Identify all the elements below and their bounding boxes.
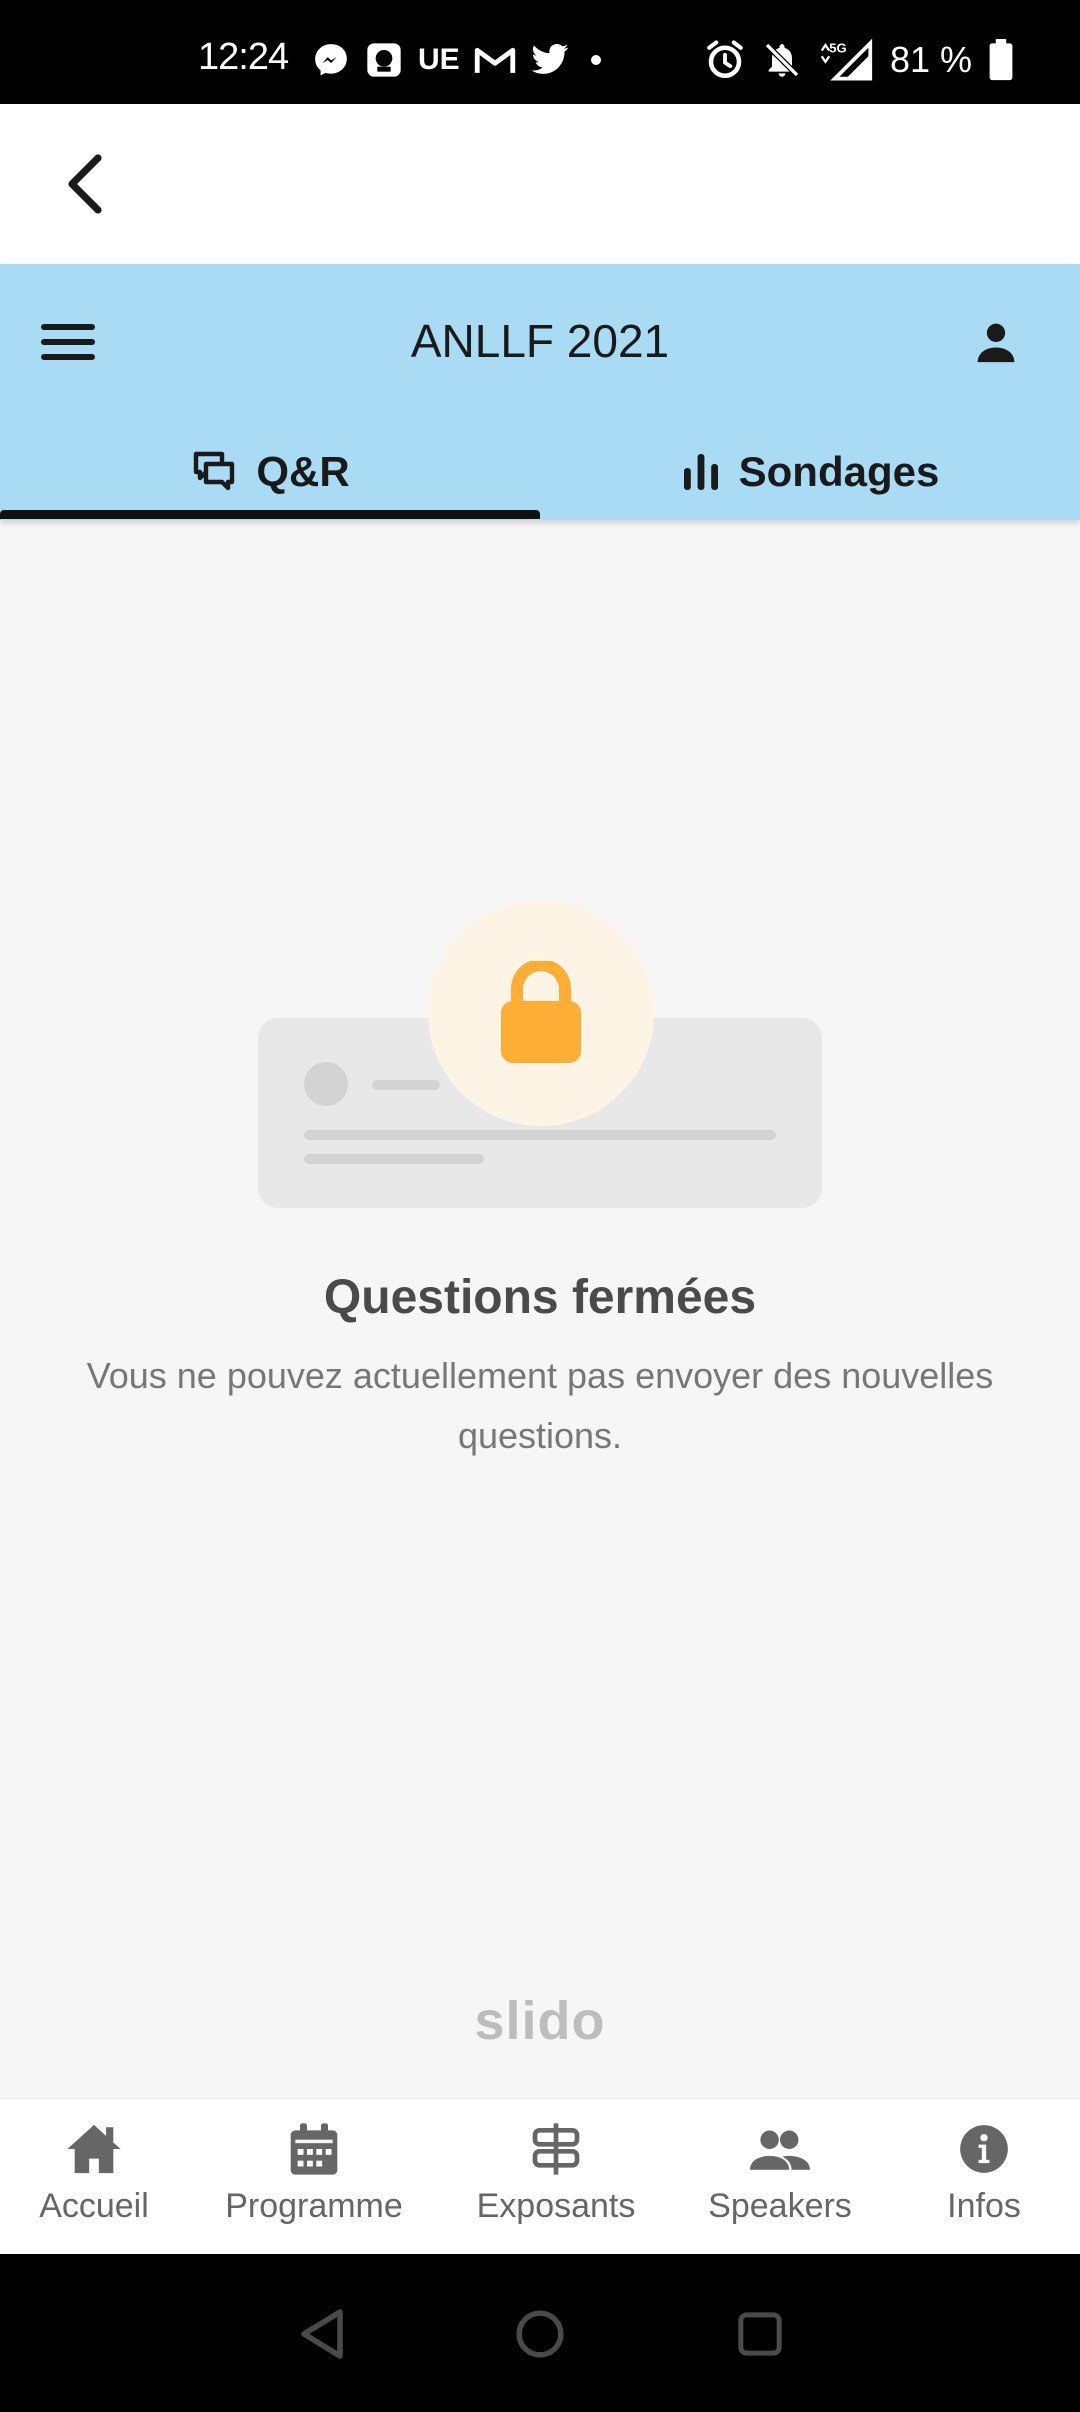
bottom-navigation: Accueil Programme Exposants Speakers Inf… — [0, 2098, 1080, 2254]
nav-item-speakers[interactable]: Speakers — [680, 2119, 880, 2226]
notifications-off-icon — [762, 38, 802, 82]
bar-chart-icon — [683, 454, 718, 490]
event-header: ANLLF 2021 Q&R Sondages — [0, 264, 1080, 520]
empty-state-title: Questions fermées — [323, 1271, 757, 1324]
tab-polls[interactable]: Sondages — [540, 424, 1080, 520]
messenger-icon — [312, 38, 350, 82]
gmail-icon — [474, 38, 516, 82]
tab-polls-label: Sondages — [738, 448, 940, 495]
empty-state-description: Vous ne pouvez actuellement pas envoyer … — [86, 1355, 994, 1456]
triangle-back-icon — [301, 2309, 343, 2359]
hamburger-menu-icon — [41, 324, 95, 360]
nav-label-programme: Programme — [225, 2187, 403, 2225]
nav-item-infos[interactable]: Infos — [884, 2119, 1080, 2226]
square-recents-icon — [738, 2312, 782, 2356]
nav-label-accueil: Accueil — [39, 2187, 149, 2225]
twitter-icon — [530, 38, 570, 82]
slido-logo: slido — [474, 1991, 606, 2051]
nav-label-infos: Infos — [947, 2187, 1021, 2225]
profile-button[interactable] — [958, 304, 1034, 380]
signal-5g-icon: 5G — [818, 38, 874, 82]
system-status-icons: 5G 81 % — [704, 38, 1014, 82]
battery-percent: 81 % — [890, 39, 973, 80]
status-time: 12:24 — [198, 36, 289, 78]
tab-qa-label: Q&R — [256, 448, 350, 495]
battery-icon — [988, 38, 1014, 82]
person-icon — [977, 323, 1015, 363]
system-recents-button[interactable] — [720, 2294, 800, 2374]
system-navigation-bar — [0, 2254, 1080, 2412]
nav-item-accueil[interactable]: Accueil — [0, 2119, 194, 2226]
alarm-icon — [704, 38, 746, 82]
nav-label-speakers: Speakers — [708, 2187, 852, 2225]
svg-text:5G: 5G — [829, 41, 846, 56]
carrier-badge: UE — [418, 43, 460, 76]
signpost-icon — [526, 2119, 586, 2179]
placeholder-line — [304, 1154, 484, 1164]
top-app-bar — [0, 104, 1080, 264]
questions-closed-illustration — [258, 900, 822, 1210]
app-notification-icon — [364, 38, 404, 82]
notification-icons: UE — [312, 38, 608, 82]
people-icon — [750, 2119, 810, 2179]
chevron-left-icon — [68, 154, 102, 214]
info-icon — [954, 2119, 1014, 2179]
chat-bubbles-icon — [194, 451, 235, 491]
placeholder-line — [304, 1130, 776, 1140]
nav-item-programme[interactable]: Programme — [214, 2119, 414, 2226]
status-bar: 12:24 UE 5G 81 % — [0, 0, 1080, 104]
nav-label-exposants: Exposants — [476, 2187, 636, 2225]
event-title: ANLLF 2021 — [410, 315, 670, 367]
lock-badge — [428, 900, 654, 1126]
lock-icon — [501, 961, 581, 1063]
menu-button[interactable] — [30, 304, 106, 380]
home-icon — [64, 2119, 124, 2179]
nav-item-exposants[interactable]: Exposants — [456, 2119, 656, 2226]
circle-home-icon — [516, 2310, 564, 2358]
tab-qa[interactable]: Q&R — [0, 424, 540, 520]
active-tab-indicator — [0, 510, 540, 519]
system-home-button[interactable] — [500, 2294, 580, 2374]
system-back-button[interactable] — [282, 2294, 362, 2374]
more-notifications-dot-icon — [584, 38, 608, 82]
placeholder-line — [372, 1080, 440, 1090]
calendar-icon — [284, 2119, 344, 2179]
placeholder-avatar — [304, 1062, 348, 1106]
back-button[interactable] — [44, 144, 124, 224]
